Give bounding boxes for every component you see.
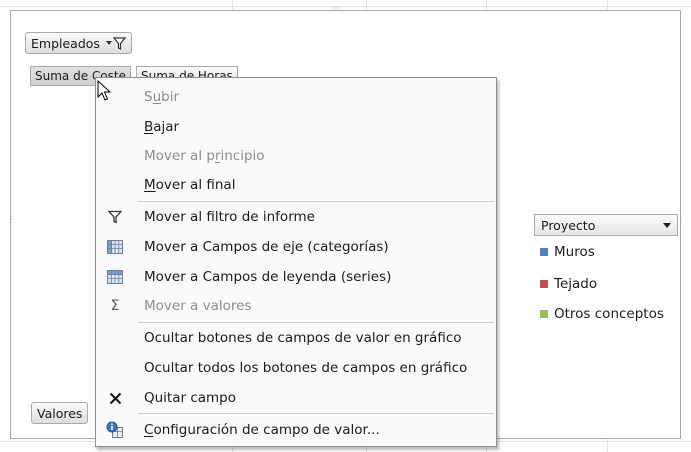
filter-icon (104, 206, 126, 228)
filter-dropdown-icon (105, 36, 126, 50)
menu-item-ocultar-todos-botones[interactable]: Ocultar todos los botones de campos en g… (96, 354, 496, 382)
menu-separator (138, 201, 494, 202)
menu-item-mover-a-campos-de-leyenda[interactable]: Mover a Campos de leyenda (series) (96, 263, 496, 291)
menu-item-label: Mover al principio (144, 148, 265, 164)
menu-item-mover-a-valores[interactable]: Σ Mover a valores (96, 292, 496, 320)
menu-item-label: Mover a Campos de leyenda (series) (144, 269, 392, 285)
legend-item-muros: Muros (540, 244, 595, 260)
values-field-label: Valores (37, 405, 83, 421)
menu-item-bajar[interactable]: Bajar (96, 113, 496, 141)
filter-field-label: Empleados (31, 35, 100, 51)
legend-item-tejado: Tejado (540, 276, 597, 292)
values-field-button[interactable]: Valores (31, 402, 89, 424)
menu-item-mover-al-final[interactable]: Mover al final (96, 171, 496, 199)
menu-item-ocultar-botones-valor[interactable]: Ocultar botones de campos de valor en gr… (96, 324, 496, 352)
menu-separator (138, 322, 494, 323)
menu-item-label: Ocultar todos los botones de campos en g… (144, 360, 468, 376)
filter-field-button-empleados[interactable]: Empleados (25, 32, 132, 54)
menu-item-label: Mover al filtro de informe (144, 209, 315, 225)
menu-item-label: Quitar campo (144, 390, 237, 406)
remove-icon (104, 387, 126, 409)
menu-item-mover-al-filtro-de-informe[interactable]: Mover al filtro de informe (96, 203, 496, 231)
field-context-menu: Subir Bajar Mover al principio Mover al … (95, 77, 497, 447)
legend-field-button-proyecto[interactable]: Proyecto (534, 214, 678, 236)
menu-item-quitar-campo[interactable]: Quitar campo (96, 384, 496, 412)
menu-item-label: Ocultar botones de campos de valor en gr… (144, 330, 462, 346)
legend-field-label: Proyecto (541, 217, 596, 233)
menu-item-mover-al-principio[interactable]: Mover al principio (96, 142, 496, 170)
menu-item-label: Configuración de campo de valor... (144, 422, 380, 438)
menu-item-mover-a-campos-de-eje[interactable]: Mover a Campos de eje (categorías) (96, 233, 496, 261)
legend-item-otros-conceptos: Otros conceptos (540, 306, 664, 322)
menu-item-label: Mover a valores (144, 298, 252, 314)
menu-item-label: Subir (144, 89, 180, 105)
menu-item-label: Bajar (144, 119, 180, 135)
menu-item-label: Mover a Campos de eje (categorías) (144, 239, 389, 255)
legend-item-label: Otros conceptos (554, 306, 664, 322)
legend-swatch (540, 248, 548, 256)
legend-item-label: Tejado (554, 276, 598, 292)
legend-fields-icon (104, 266, 126, 288)
field-settings-icon (104, 419, 126, 441)
chevron-down-icon (663, 222, 671, 228)
legend-swatch (540, 280, 548, 288)
sigma-icon: Σ (110, 298, 120, 314)
axis-fields-icon (104, 236, 126, 258)
menu-separator (138, 413, 494, 414)
menu-item-subir[interactable]: Subir (96, 83, 496, 111)
mouse-pointer-icon (97, 80, 111, 101)
legend-swatch (540, 310, 548, 318)
menu-item-label: Mover al final (144, 177, 236, 193)
menu-item-configuracion-de-campo[interactable]: Configuración de campo de valor... (96, 416, 496, 444)
legend-item-label: Muros (554, 244, 595, 260)
